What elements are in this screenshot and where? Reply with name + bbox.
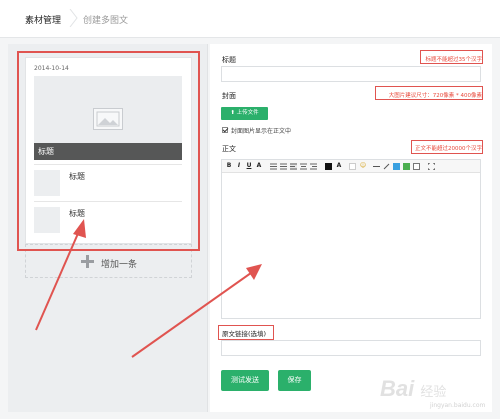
- top-bar: 素材管理 创建多图文: [0, 0, 500, 38]
- italic-icon[interactable]: I: [235, 162, 243, 170]
- unordered-list-icon[interactable]: [280, 163, 287, 170]
- background-color-icon[interactable]: [349, 163, 356, 170]
- article-preview-card: 2014-10-14 标题 标题 标题: [25, 57, 192, 244]
- preview-item-thumbnail: [34, 170, 60, 196]
- breadcrumb-current: 创建多图文: [83, 16, 129, 26]
- source-link-input[interactable]: [221, 340, 481, 356]
- text-color-icon[interactable]: [325, 163, 332, 170]
- align-left-icon[interactable]: [290, 163, 297, 170]
- clear-format-icon[interactable]: A: [255, 162, 263, 170]
- watermark-paw: 经验: [420, 384, 447, 399]
- bold-icon[interactable]: B: [225, 162, 233, 170]
- show-cover-label: 封面图片显示在正文中: [231, 128, 292, 135]
- source-link-label: 原文链接(选填): [222, 330, 267, 338]
- image-icon[interactable]: [393, 163, 400, 170]
- save-button[interactable]: 保存: [278, 370, 311, 391]
- watermark-logo: Bai 经验: [380, 376, 446, 402]
- preview-date: 2014-10-14: [34, 65, 69, 72]
- preview-item-thumbnail: [34, 207, 60, 233]
- preview-item-title: 标题: [69, 172, 85, 181]
- cover-label: 封面: [222, 92, 236, 100]
- horizontal-rule-icon[interactable]: [373, 163, 380, 170]
- body-hint: 正文不能超过20000个汉字: [415, 146, 482, 152]
- upload-label: 上传文件: [236, 110, 259, 116]
- breadcrumb-parent[interactable]: 素材管理: [25, 13, 61, 26]
- preview-item-title: 标题: [69, 209, 85, 218]
- title-input[interactable]: [221, 66, 481, 82]
- editor-form: 标题 标题不能超过35个汉字 封面 大图片建议尺寸：720像素 * 400像素 …: [210, 44, 492, 412]
- add-article-button[interactable]: 增加一条: [25, 244, 192, 278]
- cover-hint: 大图片建议尺寸：720像素 * 400像素: [388, 93, 482, 99]
- video-icon[interactable]: [403, 163, 410, 170]
- test-send-button[interactable]: 测试发送: [221, 370, 269, 391]
- show-cover-checkbox[interactable]: [222, 127, 228, 133]
- link-icon[interactable]: [383, 163, 390, 170]
- align-right-icon[interactable]: [310, 163, 317, 170]
- watermark-url: jingyan.baidu.com: [430, 402, 486, 409]
- preview-list-item[interactable]: 标题: [34, 164, 182, 200]
- underline-icon[interactable]: U: [245, 162, 253, 170]
- title-label: 标题: [222, 56, 236, 64]
- body-label: 正文: [222, 145, 236, 153]
- title-hint: 标题不能超过35个汉字: [425, 57, 483, 63]
- music-icon[interactable]: [413, 163, 420, 170]
- rich-text-editor[interactable]: B I U A A ☺: [221, 159, 481, 319]
- image-placeholder-icon: [93, 108, 123, 130]
- add-article-label: 增加一条: [101, 260, 138, 270]
- emoji-icon[interactable]: ☺: [359, 162, 367, 170]
- preview-cover-title[interactable]: 标题: [34, 143, 182, 160]
- font-color-icon[interactable]: A: [335, 162, 343, 170]
- chevron-right-icon: [69, 9, 78, 27]
- editor-toolbar: B I U A A ☺: [222, 160, 480, 173]
- align-center-icon[interactable]: [300, 163, 307, 170]
- ordered-list-icon[interactable]: [270, 163, 277, 170]
- fullscreen-icon[interactable]: [428, 163, 435, 170]
- plus-icon: [81, 255, 94, 268]
- preview-list-item[interactable]: 标题: [34, 201, 182, 237]
- watermark-text: Bai: [380, 376, 415, 401]
- upload-icon: ⬆: [230, 110, 235, 116]
- upload-file-button[interactable]: ⬆ 上传文件: [221, 107, 268, 120]
